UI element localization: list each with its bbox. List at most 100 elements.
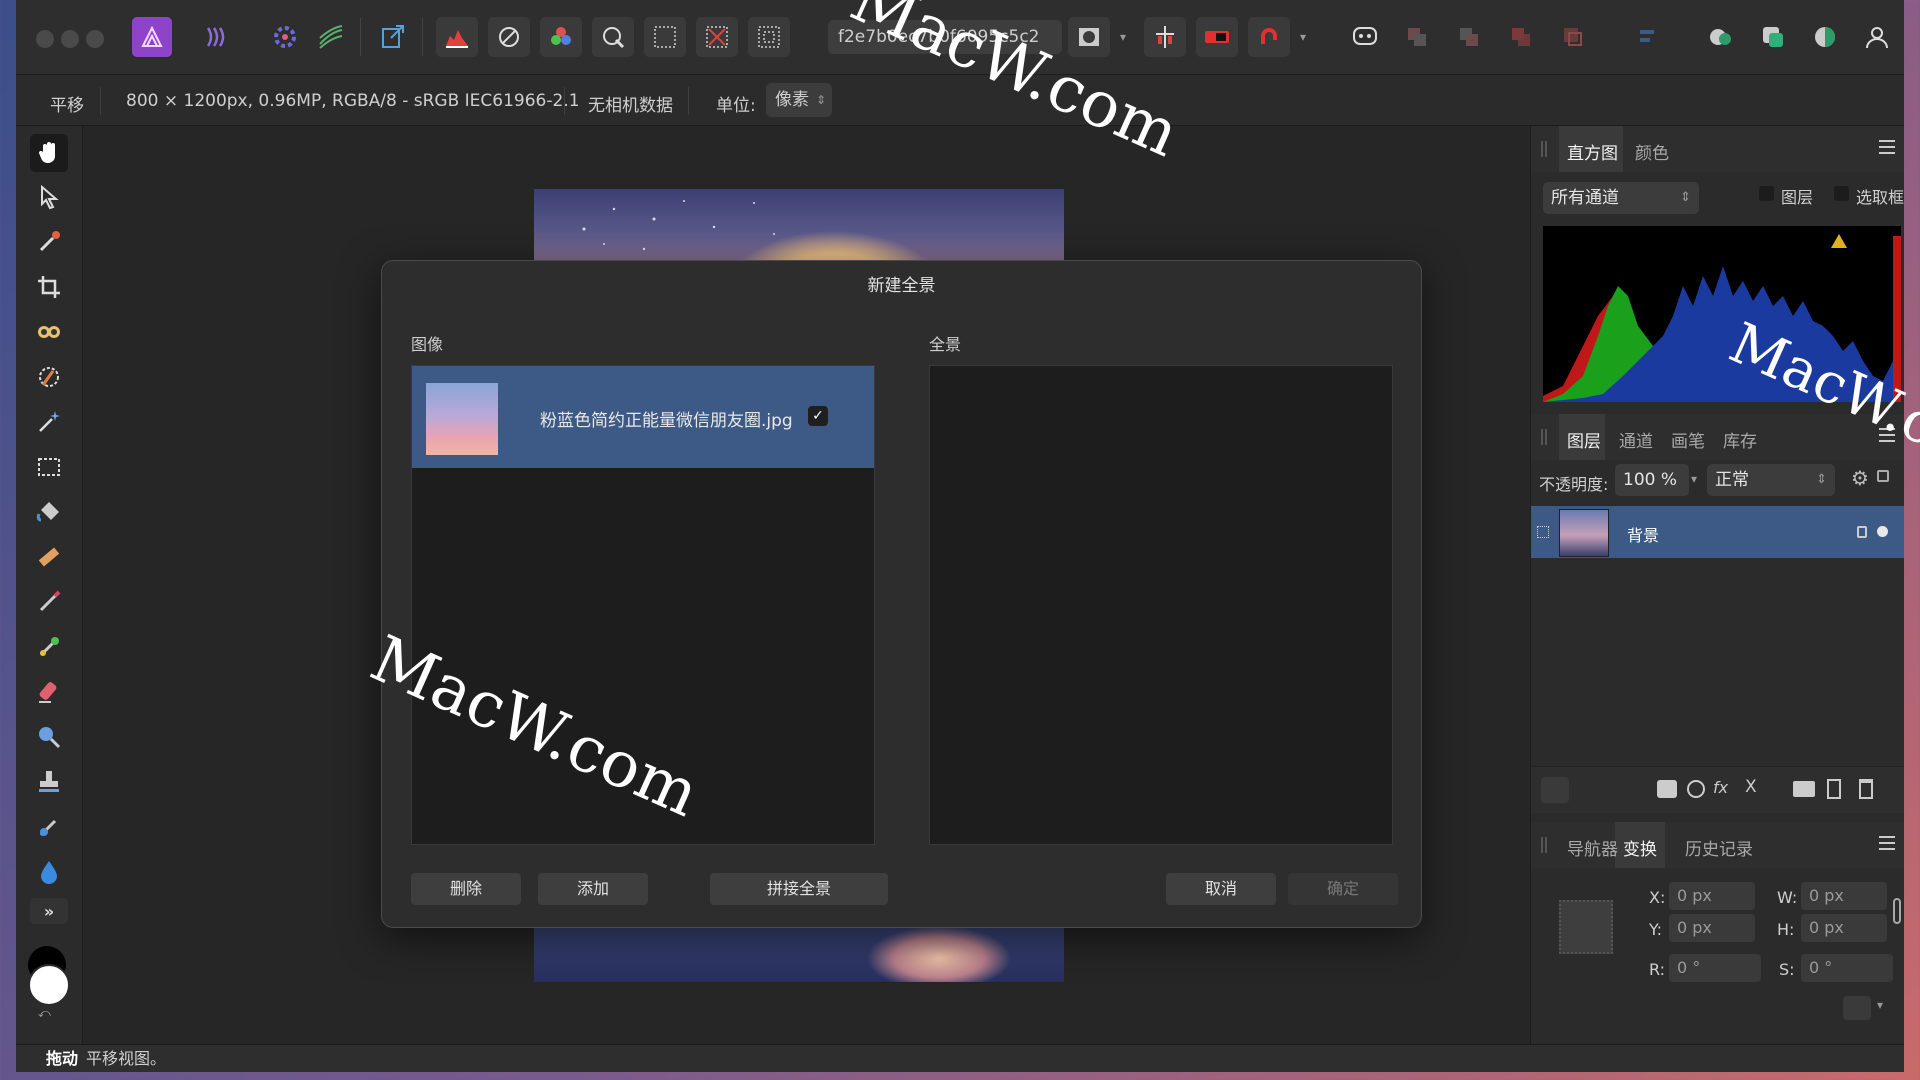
swap-colors-icon[interactable]: ⤺ (38, 1006, 51, 1021)
color-picker-icon[interactable] (30, 223, 68, 261)
transform-menu-icon[interactable] (1879, 836, 1895, 850)
adjustment-layer-icon[interactable] (1687, 780, 1705, 798)
layer-stack-icon[interactable] (1541, 777, 1569, 803)
x-field[interactable]: 0 px (1669, 882, 1755, 910)
designer-link-icon[interactable] (1804, 17, 1846, 57)
histogram-menu-icon[interactable] (1879, 140, 1895, 154)
w-field[interactable]: 0 px (1801, 882, 1887, 910)
red-eye-tool-icon[interactable] (30, 313, 68, 351)
tab-color[interactable]: 颜色 (1635, 139, 1669, 164)
primary-color-swatch[interactable] (28, 964, 70, 1006)
user-account-icon[interactable] (1856, 17, 1898, 57)
document-name-field[interactable]: f2e7b0ec7b0f6095c5c2 (828, 20, 1062, 54)
channel-select[interactable]: 所有通道 ⇕ (1543, 182, 1699, 214)
recolor-icon[interactable] (592, 17, 634, 57)
erase-brush-icon[interactable] (30, 673, 68, 711)
arrange-front-icon[interactable] (1552, 17, 1594, 57)
paint-brush-icon[interactable] (30, 583, 68, 621)
flood-fill-icon[interactable] (30, 493, 68, 531)
tab-history[interactable]: 历史记录 (1685, 835, 1753, 860)
lock-icon[interactable] (1877, 470, 1889, 482)
delete-button[interactable]: 删除 (411, 873, 521, 905)
arrange-forward-icon[interactable] (1500, 17, 1542, 57)
flood-select-icon[interactable] (30, 403, 68, 441)
add-pixel-layer-icon[interactable] (1827, 779, 1841, 799)
snap-dropdown-icon[interactable]: ▾ (1292, 17, 1314, 57)
healing-brush-icon[interactable] (30, 808, 68, 846)
opacity-dropdown-icon[interactable]: ▾ (1691, 472, 1697, 486)
develop-persona-icon[interactable] (264, 17, 306, 57)
layer-visibility-icon[interactable] (1877, 526, 1888, 537)
rectangle-marquee-icon[interactable] (30, 448, 68, 486)
live-filter-icon[interactable]: Ⅹ (1745, 777, 1757, 797)
add-button[interactable]: 添加 (538, 873, 648, 905)
levels-icon[interactable] (436, 17, 478, 57)
gradient-tool-icon[interactable] (30, 538, 68, 576)
mask-layer-icon[interactable] (1657, 780, 1677, 798)
image-list-item[interactable]: 粉蓝色简约正能量微信朋友圈.jpg ✓ (412, 366, 874, 468)
crop-tool-icon[interactable] (30, 268, 68, 306)
tab-channels[interactable]: 通道 (1619, 427, 1653, 452)
fx-icon[interactable]: fx (1713, 778, 1728, 797)
blend-mode-select[interactable]: 正常 ⇕ (1707, 464, 1835, 496)
dodge-tool-icon[interactable] (30, 718, 68, 756)
image-include-checkbox[interactable]: ✓ (808, 406, 828, 426)
cancel-button[interactable]: 取消 (1166, 873, 1276, 905)
h-field[interactable]: 0 px (1801, 914, 1887, 942)
publisher-link-icon[interactable] (1752, 17, 1794, 57)
close-window-button[interactable] (36, 30, 54, 48)
folder-icon[interactable] (1793, 781, 1815, 797)
tab-transform[interactable]: 变换 (1623, 835, 1657, 860)
y-field[interactable]: 0 px (1669, 914, 1755, 942)
zoom-window-button[interactable] (86, 30, 104, 48)
hand-tool-icon[interactable] (30, 134, 68, 172)
snap-magnet-icon[interactable] (1248, 17, 1290, 57)
arrange-backward-icon[interactable] (1448, 17, 1490, 57)
layer-checkbox[interactable] (1759, 186, 1774, 201)
transform-origin-icon[interactable] (1843, 996, 1871, 1020)
transform-origin-dropdown-icon[interactable]: ▾ (1877, 998, 1883, 1012)
clone-stamp-icon[interactable] (30, 763, 68, 801)
blur-brush-icon[interactable] (30, 853, 68, 891)
hsl-icon[interactable] (540, 17, 582, 57)
export-persona-icon[interactable] (372, 17, 414, 57)
quick-mask-dropdown-icon[interactable]: ▾ (1112, 17, 1134, 57)
tab-histogram[interactable]: 直方图 (1567, 139, 1618, 164)
arrange-back-icon[interactable] (1396, 17, 1438, 57)
tone-mapping-persona-icon[interactable] (310, 17, 352, 57)
tab-navigator[interactable]: 导航器 (1567, 835, 1618, 860)
link-ratio-icon[interactable] (1893, 898, 1901, 924)
assistant-icon[interactable] (1344, 17, 1386, 57)
white-balance-icon[interactable] (488, 17, 530, 57)
tab-brushes[interactable]: 画笔 (1671, 427, 1705, 452)
layer-lock-icon[interactable] (1857, 526, 1867, 538)
layer-settings-gear-icon[interactable]: ⚙ (1851, 466, 1869, 490)
tab-stock[interactable]: 库存 (1723, 427, 1757, 452)
trash-icon[interactable] (1859, 779, 1873, 799)
ok-button[interactable]: 确定 (1288, 873, 1398, 905)
anchor-point-selector[interactable] (1559, 900, 1613, 954)
rotation-field[interactable]: 0 ° (1669, 954, 1761, 982)
record-macro-icon[interactable] (1196, 17, 1238, 57)
opacity-field[interactable]: 100 % (1615, 464, 1689, 496)
layer-row-background[interactable]: 背景 (1531, 506, 1904, 558)
layer-drag-handle[interactable] (1537, 526, 1549, 538)
invert-selection-icon[interactable] (748, 17, 790, 57)
tab-layers[interactable]: 图层 (1567, 427, 1601, 452)
layers-menu-icon[interactable] (1879, 428, 1895, 442)
color-replace-icon[interactable] (30, 628, 68, 666)
shear-field[interactable]: 0 ° (1801, 954, 1893, 982)
liquify-persona-icon[interactable] (196, 17, 238, 57)
stitch-panorama-button[interactable]: 拼接全景 (710, 873, 888, 905)
photo-persona-icon[interactable] (132, 17, 172, 57)
selection-brush-icon[interactable] (30, 358, 68, 396)
expand-tools-icon[interactable]: » (30, 898, 68, 924)
source-images-list[interactable]: 粉蓝色简约正能量微信朋友圈.jpg ✓ (411, 365, 875, 845)
marquee-select-icon[interactable] (644, 17, 686, 57)
clear-selection-icon[interactable] (696, 17, 738, 57)
minimize-window-button[interactable] (61, 30, 79, 48)
unit-select[interactable]: 像素 ⇕ (766, 83, 832, 117)
move-tool-icon[interactable] (30, 178, 68, 216)
quick-mask-icon[interactable] (1068, 17, 1110, 57)
align-icon[interactable] (1628, 17, 1670, 57)
